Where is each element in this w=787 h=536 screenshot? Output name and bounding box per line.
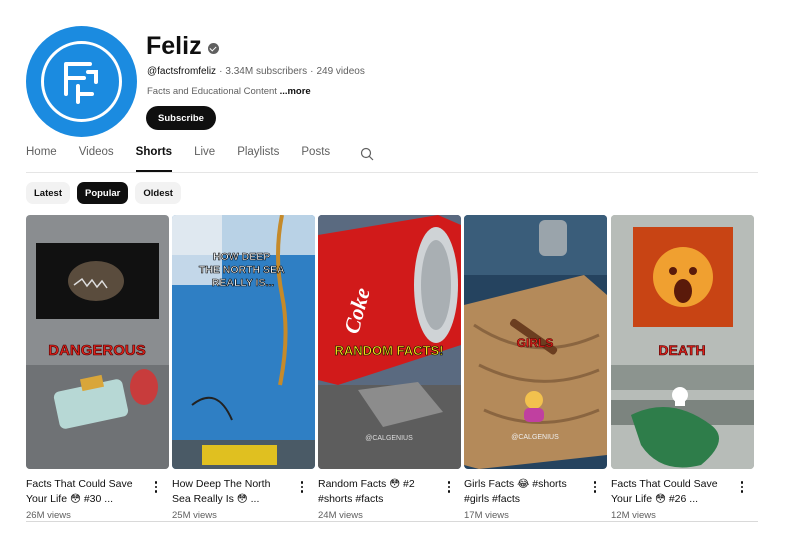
tab-home[interactable]: Home xyxy=(26,146,57,172)
channel-avatar[interactable] xyxy=(26,26,137,137)
more-link[interactable]: ...more xyxy=(280,86,311,97)
thumbnail-watermark: @CALGENIUS xyxy=(365,435,413,442)
tab-live[interactable]: Live xyxy=(194,146,215,172)
meta-separator: · xyxy=(310,66,314,77)
sort-chips: Latest Popular Oldest xyxy=(26,182,181,204)
chip-latest[interactable]: Latest xyxy=(26,182,70,204)
title-line: Facts That Could Save xyxy=(611,478,718,490)
short-thumbnail-5[interactable]: DEATH xyxy=(611,215,754,469)
chip-popular[interactable]: Popular xyxy=(76,182,129,204)
channel-meta: @factsfromfeliz · 3.34M subscribers · 24… xyxy=(147,66,365,77)
short-thumbnail-1[interactable]: DANGEROUS xyxy=(26,215,169,469)
thumbnail-overlay-text: RANDOM FACTS! xyxy=(334,343,443,358)
short-title-2[interactable]: How Deep The North Sea Really Is 😳 ... xyxy=(172,477,298,507)
title-line: Your Life 😳 #26 ... xyxy=(611,493,699,505)
tab-shorts[interactable]: Shorts xyxy=(135,146,173,172)
more-options-icon[interactable] xyxy=(446,481,452,493)
search-icon[interactable] xyxy=(360,147,374,161)
video-count: 249 videos xyxy=(316,66,365,77)
bottom-divider xyxy=(26,521,758,522)
subscriber-count: 3.34M subscribers xyxy=(225,66,308,77)
view-count: 17M views xyxy=(464,510,509,521)
thumbnail-overlay-text: DANGEROUS xyxy=(48,342,146,359)
view-count: 12M views xyxy=(611,510,656,521)
title-line: Sea Really Is 😳 ... xyxy=(172,493,260,505)
title-line: Facts That Could Save xyxy=(26,478,133,490)
more-options-icon[interactable] xyxy=(592,481,598,493)
channel-description: Facts and Educational Content ...more xyxy=(147,86,311,97)
thumbnail-image: Coke RANDOM FACTS! @CALGENIUS xyxy=(318,215,461,469)
title-line: Random Facts 😳 #2 xyxy=(318,478,415,490)
meta-separator: · xyxy=(219,66,223,77)
tab-posts[interactable]: Posts xyxy=(301,146,330,172)
more-options-icon[interactable] xyxy=(153,481,159,493)
view-count: 25M views xyxy=(172,510,217,521)
thumbnail-image: HOW DEEP THE NORTH SEA REALLY IS... xyxy=(172,215,315,469)
subscribe-button[interactable]: Subscribe xyxy=(146,106,216,130)
view-count: 24M views xyxy=(318,510,363,521)
channel-handle: @factsfromfeliz xyxy=(147,66,217,77)
short-title-5[interactable]: Facts That Could Save Your Life 😳 #26 ... xyxy=(611,477,737,507)
channel-tabs: Home Videos Shorts Live Playlists Posts xyxy=(26,146,374,172)
thumbnail-overlay-text: DEATH xyxy=(658,342,705,358)
title-line: Girls Facts 😂 #shorts xyxy=(464,478,567,490)
thumbnail-image: GIRLS @CALGENIUS xyxy=(464,215,607,469)
chip-oldest[interactable]: Oldest xyxy=(135,182,181,204)
tab-playlists[interactable]: Playlists xyxy=(237,146,279,172)
channel-name: Feliz xyxy=(146,32,202,60)
verified-icon xyxy=(207,43,219,54)
thumbnail-overlay-text: GIRLS xyxy=(517,336,554,350)
thumbnail-image: DEATH xyxy=(611,215,754,469)
short-thumbnail-4[interactable]: GIRLS @CALGENIUS xyxy=(464,215,607,469)
thumbnail-watermark: @CALGENIUS xyxy=(511,434,559,441)
more-options-icon[interactable] xyxy=(299,481,305,493)
title-line: #shorts #facts xyxy=(318,493,384,505)
view-count: 26M views xyxy=(26,510,71,521)
title-line: Your Life 😳 #30 ... xyxy=(26,493,114,505)
description-text: Facts and Educational Content xyxy=(147,86,277,97)
tab-divider xyxy=(26,172,758,173)
tab-videos[interactable]: Videos xyxy=(79,146,114,172)
channel-logo xyxy=(26,26,137,137)
short-thumbnail-2[interactable]: HOW DEEP THE NORTH SEA REALLY IS... xyxy=(172,215,315,469)
thumbnail-image: DANGEROUS xyxy=(26,215,169,469)
short-thumbnail-3[interactable]: Coke RANDOM FACTS! @CALGENIUS xyxy=(318,215,461,469)
short-title-3[interactable]: Random Facts 😳 #2 #shorts #facts xyxy=(318,477,444,507)
title-line: How Deep The North xyxy=(172,478,271,490)
channel-name-row: Feliz xyxy=(146,32,219,61)
title-line: #girls #facts xyxy=(464,493,521,505)
short-title-4[interactable]: Girls Facts 😂 #shorts #girls #facts xyxy=(464,477,590,507)
short-title-1[interactable]: Facts That Could Save Your Life 😳 #30 ... xyxy=(26,477,152,507)
more-options-icon[interactable] xyxy=(739,481,745,493)
